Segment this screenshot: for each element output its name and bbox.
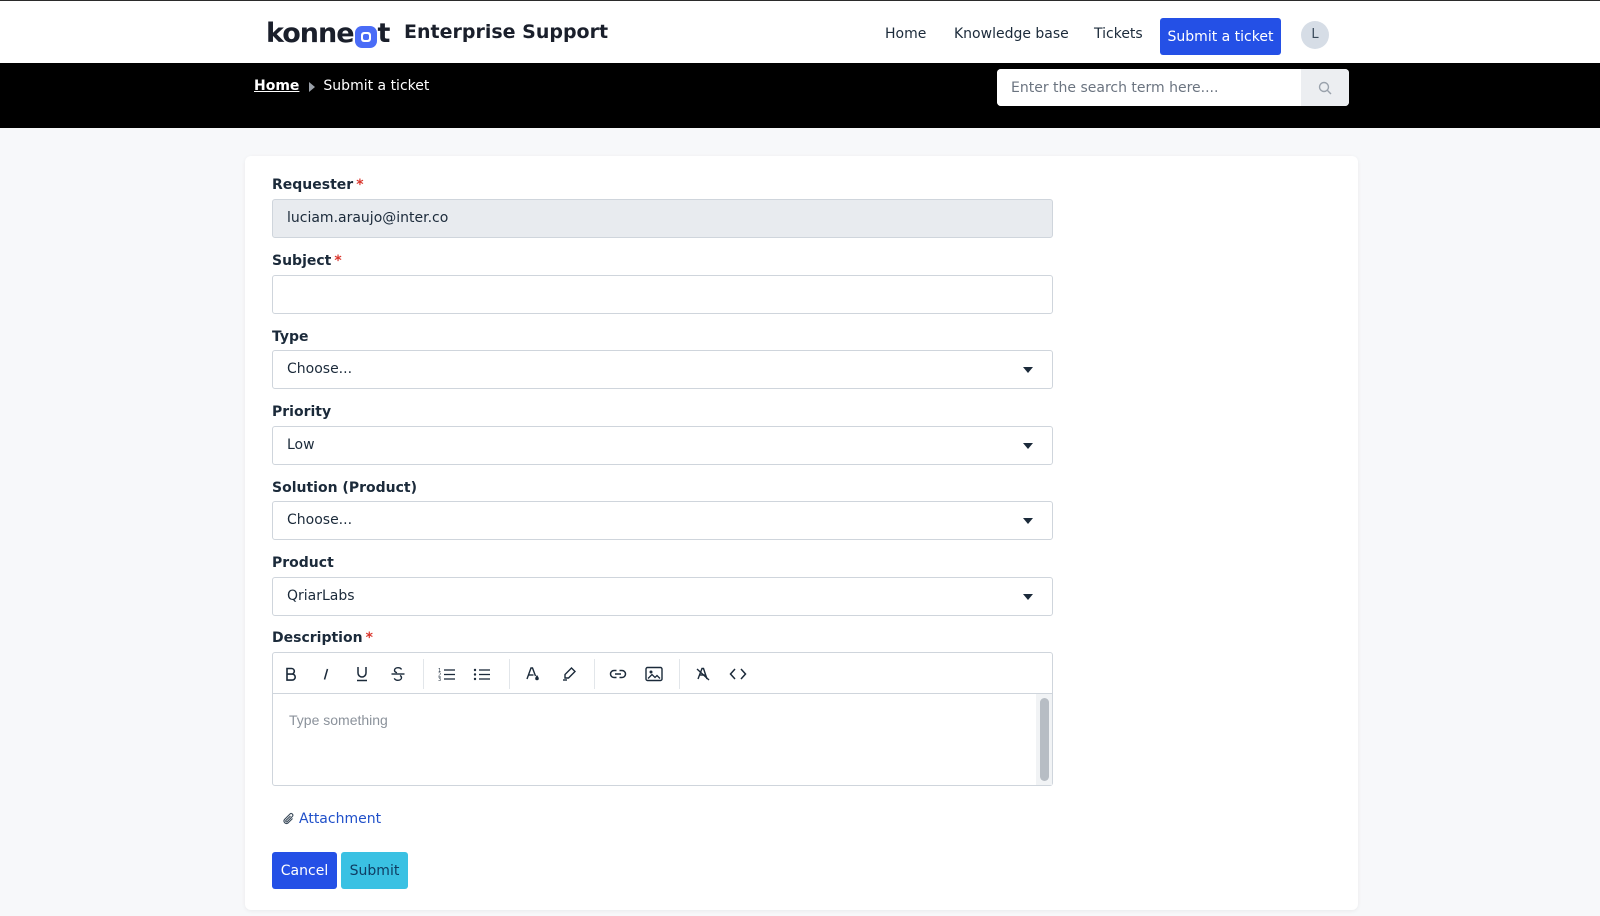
nav-knowledge-base-link[interactable]: Knowledge base — [954, 26, 1069, 42]
required-marker: * — [356, 177, 364, 193]
underline-icon[interactable] — [350, 662, 374, 686]
breadcrumb: Home Submit a ticket — [254, 78, 429, 94]
breadcrumb-current: Submit a ticket — [323, 78, 430, 94]
search-input[interactable] — [997, 69, 1301, 106]
type-select[interactable]: Choose... — [272, 350, 1053, 389]
submit-button[interactable]: Submit — [341, 852, 408, 889]
nav-tickets-link[interactable]: Tickets — [1094, 26, 1143, 42]
type-select-value: Choose... — [287, 361, 353, 377]
logo-text-suffix: t — [377, 18, 391, 49]
description-editor: 123 Type something — [272, 652, 1053, 786]
code-icon[interactable] — [726, 662, 750, 686]
requester-label-text: Requester — [272, 177, 354, 193]
ordered-list-icon[interactable]: 123 — [435, 662, 459, 686]
bullet-list-icon[interactable] — [470, 662, 494, 686]
description-label-text: Description — [272, 630, 363, 646]
ticket-form-card: Requester * luciam.araujo@inter.co Subjec… — [245, 156, 1358, 910]
clear-format-icon[interactable] — [691, 662, 715, 686]
logo-mark-icon — [354, 25, 377, 48]
italic-icon[interactable] — [314, 662, 338, 686]
strikethrough-icon[interactable] — [386, 662, 410, 686]
requester-field[interactable]: luciam.araujo@inter.co — [272, 199, 1053, 238]
svg-text:3: 3 — [438, 677, 441, 681]
attachment-label: Attachment — [299, 811, 382, 827]
toolbar-divider — [509, 659, 510, 689]
breadcrumb-home-link[interactable]: Home — [254, 78, 299, 94]
requester-label: Requester * — [272, 177, 364, 193]
cancel-button[interactable]: Cancel — [272, 852, 337, 889]
top-header: konne t Enterprise Support Home Knowledg… — [0, 0, 1600, 63]
required-marker: * — [365, 630, 373, 646]
toolbar-divider — [594, 659, 595, 689]
subject-input[interactable] — [272, 275, 1053, 314]
editor-toolbar: 123 — [273, 653, 1052, 694]
search-button[interactable] — [1301, 69, 1349, 106]
search-icon — [1318, 81, 1332, 95]
type-label: Type — [272, 329, 309, 345]
logo-text-prefix: konne — [266, 18, 355, 49]
caret-down-icon — [1023, 594, 1033, 600]
caret-down-icon — [1023, 443, 1033, 449]
subject-label-text: Subject — [272, 253, 332, 269]
subject-label: Subject * — [272, 253, 342, 269]
highlight-icon[interactable] — [557, 662, 581, 686]
product-select[interactable]: QriarLabs — [272, 577, 1053, 616]
toolbar-divider — [679, 659, 680, 689]
solution-select-value: Choose... — [287, 512, 353, 528]
bold-icon[interactable] — [279, 662, 303, 686]
solution-label: Solution (Product) — [272, 480, 417, 496]
search-box — [997, 69, 1349, 106]
required-marker: * — [334, 253, 342, 269]
toolbar-divider — [423, 659, 424, 689]
priority-label: Priority — [272, 404, 332, 420]
konnect-logo[interactable]: konne t — [266, 18, 391, 49]
nav-home-link[interactable]: Home — [885, 26, 926, 42]
attachment-link[interactable]: Attachment — [283, 811, 381, 827]
breadcrumb-arrow-icon — [309, 82, 316, 92]
breadcrumb-bar: Home Submit a ticket — [0, 63, 1600, 128]
caret-down-icon — [1023, 367, 1033, 373]
submit-ticket-button[interactable]: Submit a ticket — [1160, 18, 1281, 55]
paperclip-icon — [283, 813, 294, 825]
product-label: Product — [272, 555, 334, 571]
editor-scrollbar-thumb[interactable] — [1040, 698, 1049, 781]
priority-select[interactable]: Low — [272, 426, 1053, 465]
text-color-icon[interactable] — [521, 662, 545, 686]
caret-down-icon — [1023, 518, 1033, 524]
link-icon[interactable] — [606, 662, 630, 686]
description-textarea[interactable]: Type something — [273, 694, 1036, 785]
solution-select[interactable]: Choose... — [272, 501, 1053, 540]
product-select-value: QriarLabs — [287, 588, 355, 604]
image-icon[interactable] — [642, 662, 666, 686]
priority-select-value: Low — [287, 437, 315, 453]
user-avatar[interactable]: L — [1301, 21, 1329, 49]
description-label: Description * — [272, 630, 373, 646]
brand-subtitle: Enterprise Support — [404, 21, 609, 43]
